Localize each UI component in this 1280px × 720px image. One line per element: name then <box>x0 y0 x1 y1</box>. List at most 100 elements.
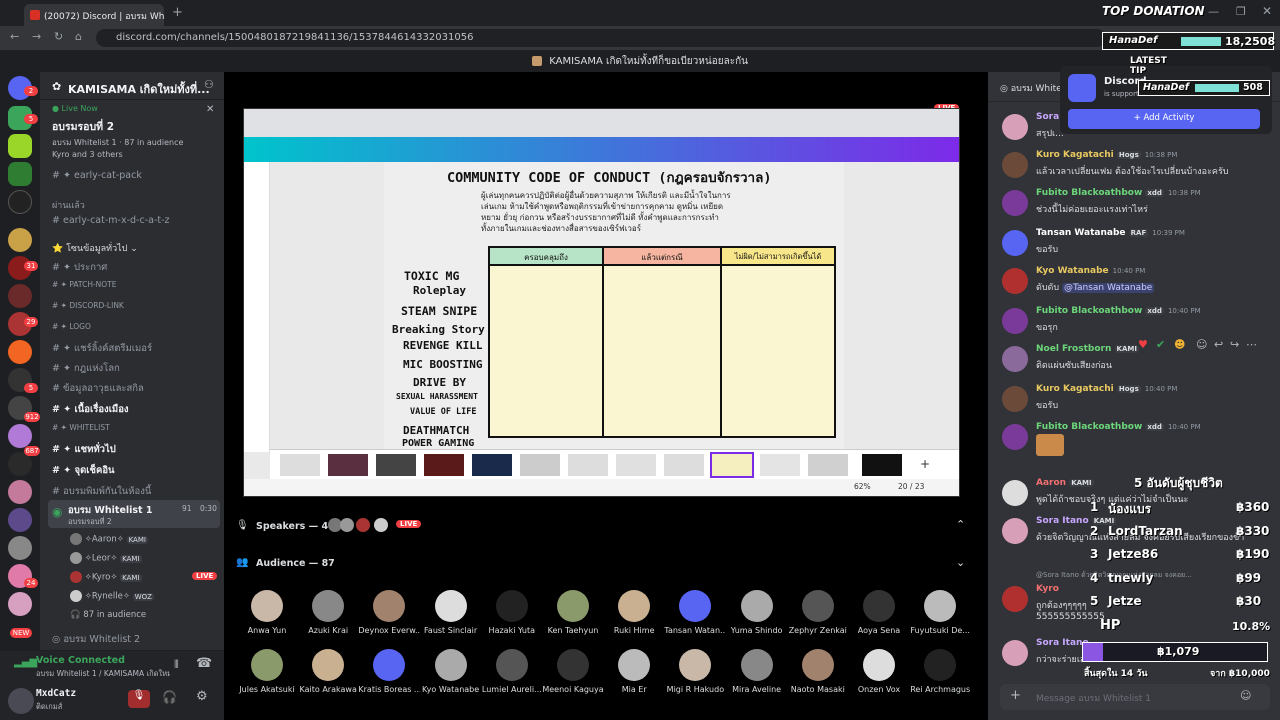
message-author[interactable]: Sora Itano <box>1036 638 1089 648</box>
channel-city-story[interactable]: # ✦ เนื้อเรื่องเมือง <box>52 402 220 417</box>
voice-channel-whitelist-2[interactable]: ◎ อบรม Whitelist 2 <box>52 632 220 647</box>
message-author[interactable]: Fubito Blackoathbow xdd 10:40 PM <box>1036 422 1201 432</box>
message-author[interactable]: Sora Itano KAMI <box>1036 516 1117 526</box>
avatar[interactable] <box>1002 386 1028 412</box>
avatar[interactable] <box>618 590 651 622</box>
noise-suppression-icon[interactable]: ⦀ <box>174 658 179 672</box>
channel-weapons-skills[interactable]: # ข้อมูลอาวุธและสกิล <box>52 381 220 396</box>
add-slide-icon[interactable]: + <box>920 457 930 471</box>
avatar[interactable] <box>924 649 957 681</box>
channel-announcement[interactable]: # ✦ ประกาศ <box>52 260 220 275</box>
slide-thumbnail[interactable] <box>280 454 320 476</box>
audience-header[interactable]: 👥 Audience — 87 ⌄ <box>236 556 968 572</box>
avatar[interactable] <box>434 590 467 622</box>
avatar[interactable] <box>434 649 467 681</box>
server-icon[interactable] <box>8 536 32 560</box>
channel-world-rules[interactable]: # ✦ กฎแห่งโลก <box>52 361 220 376</box>
stage-name[interactable]: อบรมรอบที่ 2 <box>52 118 114 135</box>
mute-mic-icon[interactable]: 🎙 <box>128 690 150 708</box>
slide-thumbnail[interactable] <box>568 454 608 476</box>
slide-thumbnail[interactable] <box>664 454 704 476</box>
attach-plus-icon[interactable]: + <box>1010 688 1021 703</box>
chat-message[interactable]: Tansan Watanabe RAF 10:39 PM ขอรับ <box>988 228 1280 268</box>
message-author[interactable]: Kuro Kagatachi Hogs 10:38 PM <box>1036 150 1177 160</box>
server-icon[interactable] <box>8 340 32 364</box>
zoom-level[interactable]: 62% <box>854 482 871 491</box>
reply-icon[interactable]: ↩ <box>1214 338 1223 351</box>
channel-patch-note[interactable]: # ✦ PATCH-NOTE <box>52 280 220 289</box>
emoji-icon[interactable]: ☺ <box>1240 689 1251 702</box>
channel-early-cat-mxdcatz[interactable]: # early-cat-m-x-d-c-a-t-z <box>52 215 220 226</box>
message-author[interactable]: Fubito Blackoathbow xdd 10:40 PM <box>1036 306 1201 316</box>
emoji-reaction-icon[interactable]: ☻ <box>1174 338 1185 351</box>
channel-check-in[interactable]: # ✦ จุดเช็คอิน <box>52 463 220 478</box>
chat-message[interactable]: Kyo Watanabe 10:40 PM ดับดับ @Tansan Watan… <box>988 266 1280 306</box>
chat-message[interactable]: Fubito Blackoathbow xdd 10:38 PM ช่วงนี้ไม… <box>988 188 1280 228</box>
maximize-icon[interactable]: ❐ <box>1236 5 1246 18</box>
chevron-up-icon[interactable]: ⌃ <box>956 518 965 531</box>
avatar[interactable] <box>1002 480 1028 506</box>
close-icon[interactable]: ✕ <box>206 104 214 115</box>
slide-thumbnail[interactable] <box>424 454 464 476</box>
server-icon[interactable] <box>8 592 32 616</box>
avatar[interactable] <box>1002 518 1028 544</box>
avatar[interactable] <box>1002 424 1028 450</box>
message-author[interactable]: Noel Frostborn KAMI <box>1036 344 1139 354</box>
settings-gear-icon[interactable]: ⚙ <box>196 689 208 704</box>
server-icon[interactable] <box>8 228 32 252</box>
message-author[interactable]: Aaron KAMI <box>1036 478 1094 488</box>
avatar[interactable] <box>1002 230 1028 256</box>
reload-icon[interactable]: ↻ <box>54 30 63 43</box>
avatar[interactable] <box>1002 640 1028 666</box>
avatar[interactable] <box>251 649 283 681</box>
headphones-icon[interactable]: 🎧 <box>162 690 177 704</box>
server-icon[interactable] <box>8 508 32 532</box>
avatar[interactable] <box>924 590 957 622</box>
minimize-icon[interactable]: — <box>1208 5 1219 18</box>
server-icon[interactable] <box>8 134 32 158</box>
voice-location[interactable]: อบรม Whitelist 1 / KAMISAMA เกิดใหม่ทั้ง… <box>36 668 170 680</box>
add-member-icon[interactable]: ⚇ <box>204 78 214 91</box>
avatar[interactable] <box>863 590 895 622</box>
channel-logo[interactable]: # ✦ LOGO <box>52 322 220 331</box>
chevron-down-icon[interactable]: ⌄ <box>956 556 965 569</box>
avatar[interactable] <box>557 590 589 622</box>
avatar[interactable] <box>312 590 345 622</box>
slide-thumbnail-strip[interactable]: + <box>270 449 959 479</box>
slide-thumbnail[interactable] <box>808 454 848 476</box>
voice-user[interactable]: ✧Kyro✧ KAMI <box>70 571 142 583</box>
avatar[interactable] <box>1002 114 1028 140</box>
browser-tab[interactable]: (20072) Discord | อบรม Whitelist 1 | KAM… <box>24 4 164 26</box>
channel-early-cat-pack[interactable]: # ✦ early-cat-pack <box>52 170 220 181</box>
speakers-row[interactable]: 🎙 Speakers — 4 LIVE ⌃ <box>236 518 968 536</box>
more-options-icon[interactable]: ⋯ <box>1246 338 1257 351</box>
server-icon[interactable] <box>8 162 32 186</box>
dog-image[interactable] <box>1036 434 1064 456</box>
url-field[interactable]: discord.com/channels/1500480187219841136… <box>96 29 1106 47</box>
avatar[interactable] <box>801 649 834 681</box>
avatar[interactable] <box>312 649 345 681</box>
avatar[interactable] <box>495 590 528 622</box>
server-icon[interactable] <box>8 424 32 448</box>
server-header[interactable]: ✿ KAMISAMA เกิดใหม่ทั้งที่... ⚇ <box>40 72 224 100</box>
avatar[interactable] <box>740 590 773 622</box>
message-author[interactable]: Tansan Watanabe RAF 10:39 PM <box>1036 228 1185 238</box>
message-author[interactable]: Kyro <box>1036 584 1059 594</box>
avatar[interactable] <box>1002 190 1028 216</box>
channel-discord-link[interactable]: # ✦ DISCORD-LINK <box>52 301 220 310</box>
avatar[interactable] <box>801 590 834 622</box>
slide-thumbnail[interactable] <box>472 454 512 476</box>
avatar[interactable] <box>1002 586 1028 612</box>
voice-user[interactable]: ✧Rynelle✧ WOZ <box>70 590 154 602</box>
voice-user[interactable]: ✧Aaron✧ KAMI <box>70 533 148 545</box>
back-icon[interactable]: ← <box>10 30 19 43</box>
slide-thumbnail[interactable] <box>616 454 656 476</box>
close-window-icon[interactable]: ✕ <box>1262 4 1272 18</box>
server-icon[interactable] <box>8 480 32 504</box>
server-icon[interactable] <box>8 284 32 308</box>
home-icon[interactable]: ⌂ <box>75 30 82 43</box>
category-general-info[interactable]: ⭐ โซนข้อมูลทั่วไป ⌄ <box>52 241 138 255</box>
channel-whitelist[interactable]: # ✦ WHITELIST <box>52 423 220 432</box>
forward-icon[interactable]: ↪ <box>1230 338 1239 351</box>
avatar[interactable] <box>740 649 773 681</box>
